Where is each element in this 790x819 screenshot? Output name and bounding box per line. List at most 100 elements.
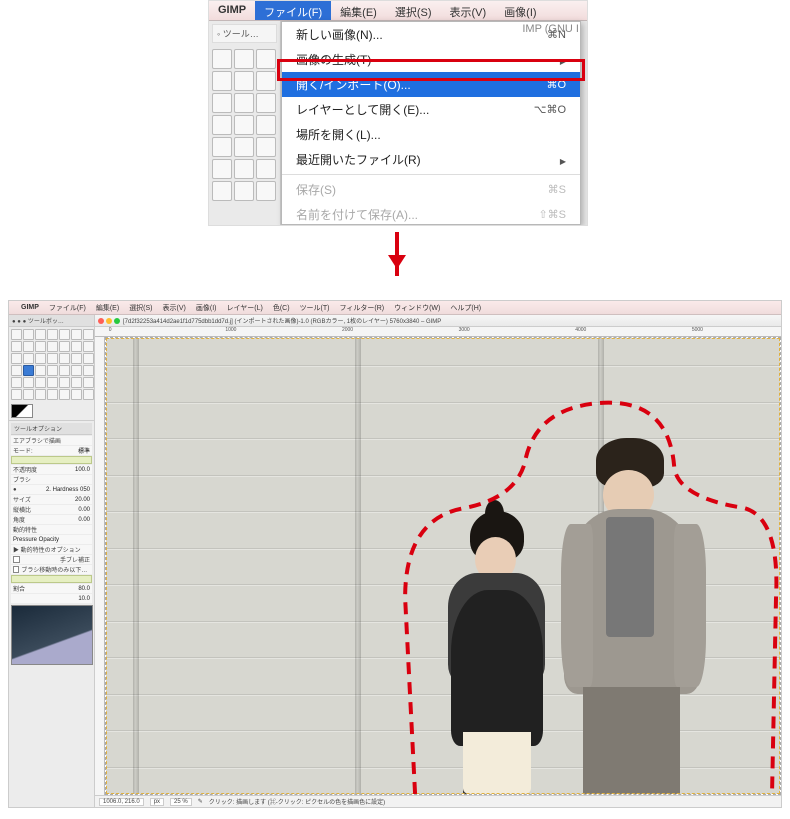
zoom-icon[interactable]	[114, 318, 120, 324]
toolbox-tab[interactable]: ● ● ● ツールボッ…	[9, 315, 94, 327]
tool-icon[interactable]	[83, 353, 94, 364]
tool-icon[interactable]	[212, 137, 232, 157]
tool-icon[interactable]	[256, 93, 276, 113]
fg-bg-swatch[interactable]	[11, 404, 33, 418]
tool-icon[interactable]	[83, 329, 94, 340]
ruler-vertical[interactable]	[95, 337, 105, 795]
tool-icon[interactable]	[35, 377, 46, 388]
menubar-item[interactable]: 画像(I)	[191, 303, 222, 313]
tool-icon[interactable]	[23, 353, 34, 364]
checkbox-icon[interactable]	[13, 556, 20, 563]
menubar-item[interactable]: 選択(S)	[124, 303, 157, 313]
tool-icon[interactable]	[71, 341, 82, 352]
tool-icon[interactable]	[256, 181, 276, 201]
tool-icon[interactable]	[234, 159, 254, 179]
menubar-item-file[interactable]: ファイル(F)	[255, 1, 331, 20]
tool-icon[interactable]	[23, 377, 34, 388]
jitter-row[interactable]: 手ブレ補正	[11, 555, 92, 564]
menubar-item[interactable]: 色(C)	[268, 303, 295, 313]
tool-icon[interactable]	[83, 341, 94, 352]
close-icon[interactable]	[98, 318, 104, 324]
tool-icon[interactable]	[35, 341, 46, 352]
tool-icon[interactable]	[59, 365, 70, 376]
status-zoom[interactable]: 25 %	[170, 798, 192, 806]
tool-icon[interactable]	[212, 181, 232, 201]
menubar-item[interactable]: 編集(E)	[91, 303, 124, 313]
menubar-item-select[interactable]: 選択(S)	[386, 1, 441, 20]
dynamics-row[interactable]: 動的特性	[11, 525, 92, 534]
aspect-row[interactable]: 縦横比0.00	[11, 505, 92, 514]
tool-icon[interactable]	[71, 353, 82, 364]
tool-icon[interactable]	[234, 181, 254, 201]
tool-icon[interactable]	[212, 93, 232, 113]
tool-icon[interactable]	[11, 377, 22, 388]
tool-icon[interactable]	[11, 341, 22, 352]
tool-icon[interactable]	[71, 365, 82, 376]
tool-icon[interactable]	[256, 137, 276, 157]
tool-icon[interactable]	[11, 365, 22, 376]
hardedge-row[interactable]: ブラシ移動時のみ以下を適用	[11, 565, 92, 574]
canvas[interactable]	[105, 337, 781, 795]
tool-icon[interactable]	[11, 389, 22, 400]
tool-icon[interactable]	[234, 71, 254, 91]
tool-icon[interactable]	[59, 353, 70, 364]
tool-icon[interactable]	[35, 329, 46, 340]
checkbox-icon[interactable]	[13, 566, 19, 573]
tool-icon[interactable]	[234, 93, 254, 113]
status-unit[interactable]: px	[150, 798, 164, 806]
menu-item-open[interactable]: 開く/インポート(O)...⌘O	[282, 72, 580, 97]
tool-icon[interactable]	[47, 365, 58, 376]
tool-icon[interactable]	[234, 115, 254, 135]
menubar-app[interactable]: GIMP	[209, 1, 255, 20]
ruler-horizontal[interactable]: 0 1000 2000 3000 4000 5000	[95, 327, 781, 337]
tool-icon[interactable]	[35, 389, 46, 400]
menu-item-open-location[interactable]: 場所を開く(L)...	[282, 122, 580, 147]
tool-icon[interactable]	[11, 353, 22, 364]
tool-icon[interactable]	[83, 377, 94, 388]
tool-icon[interactable]	[59, 377, 70, 388]
menu-item-open-as-layer[interactable]: レイヤーとして開く(E)...⌥⌘O	[282, 97, 580, 122]
tool-icon[interactable]	[47, 341, 58, 352]
tool-icon[interactable]	[23, 341, 34, 352]
menu-item-create[interactable]: 画像の生成(T)	[282, 47, 580, 72]
tool-icon[interactable]	[35, 353, 46, 364]
menubar-item-view[interactable]: 表示(V)	[441, 1, 496, 20]
tool-icon[interactable]	[212, 159, 232, 179]
mode-row[interactable]: モード:標準	[11, 446, 92, 455]
menubar-item[interactable]: 表示(V)	[158, 303, 191, 313]
tool-icon[interactable]	[256, 71, 276, 91]
menubar-item[interactable]: フィルター(R)	[335, 303, 390, 313]
tool-icon[interactable]	[212, 115, 232, 135]
brush-row[interactable]: ブラシ	[11, 475, 92, 484]
menubar-item-image[interactable]: 画像(I)	[495, 1, 545, 20]
tool-icon[interactable]	[212, 71, 232, 91]
tool-options-tab[interactable]: ツールオプション	[11, 423, 92, 435]
size-row[interactable]: サイズ20.00	[11, 495, 92, 504]
tool-icon[interactable]	[11, 329, 22, 340]
tool-icon[interactable]	[83, 365, 94, 376]
tool-icon[interactable]	[47, 329, 58, 340]
tool-icon[interactable]	[23, 329, 34, 340]
tool-icon[interactable]	[71, 389, 82, 400]
menubar-item[interactable]: ヘルプ(H)	[445, 303, 486, 313]
tool-icon[interactable]	[47, 353, 58, 364]
angle-row[interactable]: 角度0.00	[11, 515, 92, 524]
tool-icon[interactable]	[35, 365, 46, 376]
opacity-slider[interactable]	[11, 456, 92, 464]
tool-icon[interactable]	[234, 49, 254, 69]
menu-item-recent[interactable]: 最近開いたファイル(R)	[282, 147, 580, 172]
minimize-icon[interactable]	[106, 318, 112, 324]
menubar-app[interactable]: GIMP	[16, 304, 44, 311]
toolbox-tab[interactable]: ◦ ツール…	[212, 24, 277, 43]
menubar-item[interactable]: ファイル(F)	[44, 303, 91, 313]
tool-icon[interactable]	[71, 377, 82, 388]
rate-slider[interactable]	[11, 575, 92, 583]
dynopt-row[interactable]: ▶ 動的特性のオプション	[11, 545, 92, 554]
tool-icon[interactable]	[47, 389, 58, 400]
menubar-item-edit[interactable]: 編集(E)	[331, 1, 386, 20]
menubar-item[interactable]: レイヤー(L)	[221, 303, 267, 313]
brush-value[interactable]: ●2. Hardness 050	[11, 485, 92, 494]
tool-icon[interactable]	[59, 389, 70, 400]
tool-icon[interactable]	[212, 49, 232, 69]
tool-icon[interactable]	[234, 137, 254, 157]
